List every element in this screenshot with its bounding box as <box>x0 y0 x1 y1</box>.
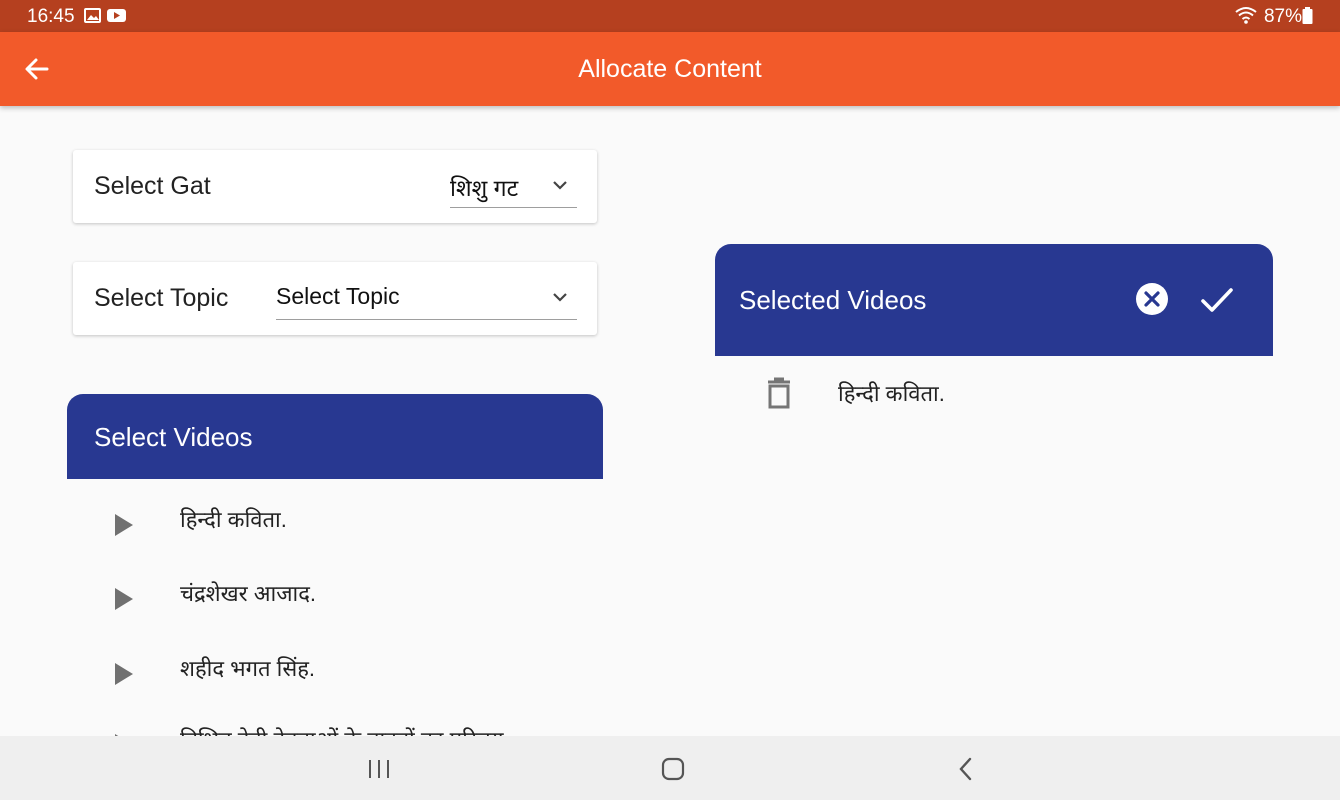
gat-card: Select Gat शिशु गट <box>73 150 597 223</box>
gat-value: शिशु गट <box>450 175 519 201</box>
battery-level: 87% <box>1263 6 1302 27</box>
play-icon[interactable] <box>108 510 138 540</box>
system-nav-bar <box>0 736 1340 800</box>
youtube-icon <box>107 9 126 22</box>
chevron-down-icon <box>553 181 567 190</box>
selected-video-title: हिन्दी कविता. <box>838 381 945 406</box>
recent-apps-icon[interactable] <box>364 754 394 784</box>
select-videos-header: Select Videos <box>67 394 603 479</box>
select-videos-title: Select Videos <box>94 422 253 452</box>
play-icon[interactable] <box>108 584 138 614</box>
check-icon[interactable] <box>1199 283 1235 317</box>
play-icon[interactable] <box>108 659 138 689</box>
video-title: शहीद भगत सिंह. <box>180 656 316 681</box>
topic-value: Select Topic <box>276 283 400 309</box>
home-icon[interactable] <box>658 754 688 784</box>
video-list-item[interactable]: शहीद भगत सिंह. <box>108 651 588 701</box>
selected-videos-header: Selected Videos <box>715 244 1273 356</box>
video-title: हिन्दी कविता. <box>180 507 287 532</box>
topic-label: Select Topic <box>94 284 229 312</box>
gat-label: Select Gat <box>94 172 211 200</box>
page-title: Allocate Content <box>578 55 762 83</box>
status-time: 16:45 <box>27 6 75 27</box>
app-bar: Allocate Content <box>0 32 1340 106</box>
image-icon <box>84 8 101 23</box>
back-nav-icon[interactable] <box>951 754 981 784</box>
topic-card: Select Topic Select Topic <box>73 262 597 335</box>
status-bar: 16:45 87% <box>0 0 1340 32</box>
video-list-item[interactable]: चंद्रशेखर आजाद. <box>108 576 588 626</box>
selected-video-item: हिन्दी कविता. <box>715 372 1273 422</box>
selected-videos-title: Selected Videos <box>739 285 927 315</box>
trash-icon[interactable] <box>765 377 793 409</box>
chevron-down-icon <box>553 293 567 302</box>
battery-icon <box>1302 7 1313 24</box>
gat-dropdown[interactable]: शिशु गट <box>450 162 577 208</box>
clear-icon[interactable] <box>1135 282 1169 316</box>
topic-dropdown[interactable]: Select Topic <box>276 274 577 320</box>
video-list-item[interactable]: हिन्दी कविता. <box>108 502 588 552</box>
video-title: चंद्रशेखर आजाद. <box>180 581 317 606</box>
wifi-icon <box>1235 7 1257 24</box>
